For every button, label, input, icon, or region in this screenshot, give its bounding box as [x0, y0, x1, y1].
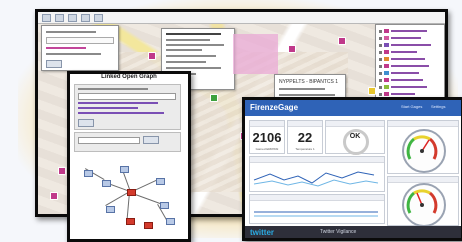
popup-title: NYPPELTS - BIPANTCS 1 [279, 79, 338, 85]
gauge [402, 183, 446, 227]
dashboard-window[interactable]: FirenzeGage Start Gages Settings 2106 Ga… [242, 97, 462, 241]
menu-item[interactable]: Settings [431, 104, 445, 109]
search-panel [41, 25, 119, 71]
graph-node-icon[interactable] [156, 178, 165, 185]
widget-label: Temperature 1 [295, 147, 315, 151]
graph-node-icon[interactable] [102, 180, 111, 187]
graph-canvas[interactable] [74, 156, 180, 234]
widget-value: 2106 [252, 130, 282, 145]
graph-node-icon[interactable] [120, 166, 129, 173]
graph-node-icon[interactable] [126, 218, 135, 225]
graph-node-icon[interactable] [127, 189, 136, 196]
map-pin-icon[interactable] [338, 37, 346, 45]
map-pin-icon[interactable] [50, 192, 58, 200]
graph-query-panel [74, 84, 181, 130]
dashboard-header: FirenzeGage Start Gages Settings [245, 100, 461, 116]
gauge-widget [387, 120, 459, 174]
graph-input[interactable] [78, 93, 176, 100]
widget-value: OK [349, 133, 361, 140]
toolbar-button[interactable] [68, 13, 77, 22]
graph-node-icon[interactable] [144, 222, 153, 229]
map-pin-icon[interactable] [148, 52, 156, 60]
graph-node-icon[interactable] [84, 170, 93, 177]
search-input[interactable] [46, 37, 114, 44]
line-chart [253, 171, 379, 187]
toolbar-button[interactable] [81, 13, 90, 22]
gauge-widget [387, 176, 459, 227]
map-pin-icon[interactable] [288, 45, 296, 53]
toolbar-button[interactable] [55, 13, 64, 22]
map-toolbar [38, 12, 445, 24]
graph-submit-button[interactable] [78, 119, 94, 127]
dashboard-footer: twitter Twitter Vigilance [245, 226, 461, 238]
highlight-area [233, 34, 278, 74]
graph-node-icon[interactable] [106, 206, 115, 213]
line-chart-widget [249, 194, 385, 224]
status-widget: OK [325, 120, 385, 155]
footer-text: Twitter Vigilance [320, 229, 357, 235]
toolbar-button[interactable] [94, 13, 103, 22]
map-pin-icon[interactable] [368, 87, 376, 95]
search-button[interactable] [46, 60, 62, 68]
map-pin-icon[interactable] [58, 167, 66, 175]
graph-title: Linked Open Graph [101, 74, 157, 80]
graph-filter-input[interactable] [78, 137, 140, 144]
graph-node-icon[interactable] [166, 218, 175, 225]
dashboard-title: FirenzeGage [250, 103, 299, 112]
line-chart-widget [249, 156, 385, 192]
graph-filter-panel [74, 132, 181, 152]
gauge [402, 129, 446, 173]
line-chart [254, 211, 378, 217]
twitter-logo: twitter [250, 228, 274, 237]
toolbar-button[interactable] [42, 13, 51, 22]
value-widget: 22 Temperature 1 [287, 120, 323, 154]
menu-item[interactable]: Start Gages [401, 104, 422, 109]
map-pin-icon[interactable] [210, 94, 218, 102]
graph-node-icon[interactable] [160, 202, 169, 209]
widget-value: 22 [297, 130, 313, 145]
widget-label: Gamed ERRISSI [255, 147, 279, 151]
value-widget: 2106 Gamed ERRISSI [249, 120, 285, 154]
graph-filter-button[interactable] [143, 136, 159, 144]
graph-window[interactable]: Linked Open Graph [67, 71, 191, 242]
